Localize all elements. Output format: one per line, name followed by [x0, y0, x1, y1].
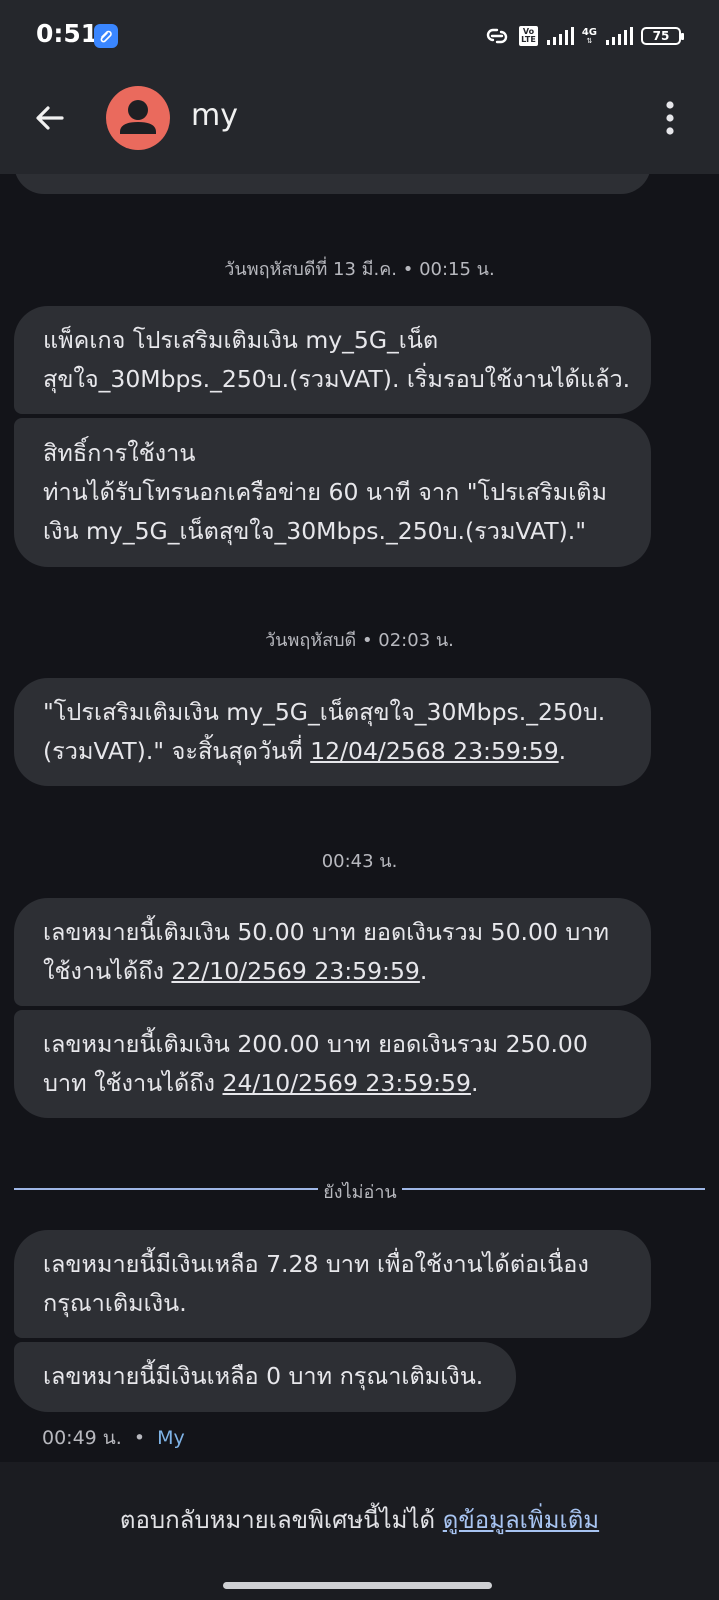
- message-bubble[interactable]: เลขหมายนี้เติมเงิน 200.00 บาท ยอดเงินรวม…: [14, 1010, 651, 1118]
- message-meta: 00:49 น. • My: [42, 1423, 185, 1453]
- date-separator: วันพฤหัสบดี • 02:03 น.: [265, 630, 454, 651]
- status-time: 0:51: [36, 19, 99, 48]
- volte-icon: Vo LTE: [519, 26, 538, 46]
- message-text: .: [419, 957, 428, 985]
- person-icon: [120, 100, 156, 134]
- contact-avatar[interactable]: [106, 86, 170, 150]
- message-bubble[interactable]: เลขหมายนี้มีเงินเหลือ 7.28 บาท เพื่อใช้ง…: [14, 1230, 651, 1338]
- reply-disabled-footer: ตอบกลับหมายเลขพิเศษนี้ไม่ได้ ดูข้อมูลเพิ…: [0, 1462, 719, 1600]
- conversation-header: my: [0, 70, 719, 174]
- home-indicator[interactable]: [223, 1582, 492, 1589]
- message-sender: My: [157, 1427, 185, 1449]
- status-bar: 0:51 Vo LTE 4G ⇅ 75: [0, 0, 719, 70]
- meta-separator: •: [133, 1427, 146, 1449]
- message-text: .: [558, 737, 567, 765]
- message-bubble[interactable]: "โปรเสริมเติมเงิน my_5G_เน็ตสุขใจ_30Mbps…: [14, 678, 651, 786]
- signal-icon-2: [606, 27, 633, 45]
- date-separator: 00:43 น.: [321, 851, 398, 872]
- date-separator: วันพฤหัสบดีที่ 13 มี.ค. • 00:15 น.: [224, 259, 495, 280]
- more-vert-icon: [666, 101, 674, 135]
- message-text: .: [470, 1069, 479, 1097]
- message-time: 00:49 น.: [42, 1427, 122, 1449]
- status-icons: Vo LTE 4G ⇅ 75: [483, 22, 684, 50]
- hotspot-link-icon: [487, 28, 508, 44]
- unread-divider-left: [14, 1188, 318, 1190]
- battery-icon: 75: [641, 27, 684, 45]
- unread-label: ยังไม่อ่าน: [323, 1182, 397, 1203]
- message-bubble[interactable]: แพ็คเกจ โปรเสริมเติมเงิน my_5G_เน็ต สุขใ…: [14, 306, 651, 414]
- message-bubble[interactable]: เลขหมายนี้เติมเงิน 50.00 บาท ยอดเงินรวม …: [14, 898, 651, 1006]
- arrow-left-icon: [36, 106, 64, 130]
- contact-name[interactable]: my: [191, 98, 238, 133]
- unread-divider-right: [402, 1188, 705, 1190]
- date-link[interactable]: 24/10/2569 23:59:59: [223, 1069, 471, 1097]
- link-app-icon: [94, 24, 118, 48]
- learn-more-link[interactable]: ดูข้อมูลเพิ่มเติม: [443, 1506, 599, 1534]
- message-bubble[interactable]: สิทธิ์การใช้งาน ท่านได้รับโทรนอกเครือข่า…: [14, 418, 651, 567]
- message-bubble[interactable]: เลขหมายนี้มีเงินเหลือ 0 บาท กรุณาเติมเงิ…: [14, 1342, 516, 1412]
- date-link[interactable]: 12/04/2568 23:59:59: [310, 737, 558, 765]
- back-button[interactable]: [32, 100, 68, 136]
- date-link[interactable]: 22/10/2569 23:59:59: [171, 957, 419, 985]
- network-4g-icon: 4G ⇅: [581, 26, 597, 45]
- footer-notice: ตอบกลับหมายเลขพิเศษนี้ไม่ได้ ดูข้อมูลเพิ…: [0, 1500, 719, 1539]
- footer-text: ตอบกลับหมายเลขพิเศษนี้ไม่ได้: [119, 1506, 443, 1534]
- more-options-button[interactable]: [655, 98, 685, 138]
- signal-icon: [546, 27, 574, 45]
